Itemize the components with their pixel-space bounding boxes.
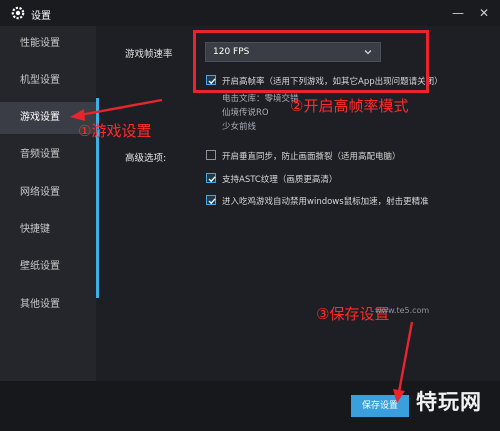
arrow-to-save-button [393,321,414,403]
annotation-arrows [70,98,414,403]
watermark-logo: 特玩网 [416,390,482,414]
watermark-url: www.te5.com [375,306,430,315]
arrow-to-game-settings [70,98,163,121]
